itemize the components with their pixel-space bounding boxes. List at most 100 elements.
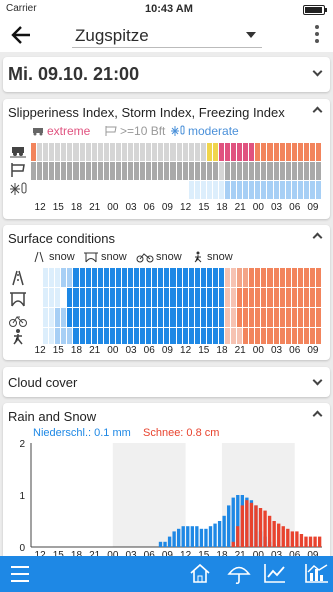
snow-bar — [313, 536, 317, 547]
bottom-navigation — [0, 556, 333, 592]
rain-bar — [186, 526, 190, 547]
heat-cell — [297, 328, 303, 344]
chevron-up-icon[interactable] — [312, 410, 323, 421]
heat-cell — [231, 143, 237, 161]
heat-cell — [285, 288, 291, 307]
legend-rain: Niederschl.: 0.1 mm — [33, 427, 131, 439]
tick-label: 21 — [89, 202, 101, 213]
bridge-row — [31, 288, 322, 307]
snow-bar — [308, 536, 313, 547]
heat-cell — [315, 328, 321, 344]
heat-cell — [255, 308, 261, 327]
heat-cell — [200, 268, 206, 287]
heat-cell — [176, 268, 182, 287]
heat-cell — [279, 308, 285, 327]
snow-bar — [249, 502, 254, 547]
heat-cell — [134, 143, 140, 161]
heat-cell — [267, 181, 273, 199]
heat-cell — [146, 308, 152, 327]
heat-cell — [37, 143, 43, 161]
heat-cell — [43, 181, 49, 199]
bar-chart-icon[interactable] — [305, 563, 329, 583]
heat-cell — [79, 328, 85, 344]
heat-cell — [273, 162, 279, 180]
heat-cell — [103, 308, 109, 327]
tick-label: 06 — [143, 202, 155, 213]
heat-cell — [255, 328, 261, 344]
snow-bar — [317, 536, 322, 547]
indices-time-axis: 12 15 18 21 00 03 06 09 12 15 18 21 00 03 06 09 — [31, 202, 322, 216]
tick-label: 21 — [89, 345, 101, 356]
heat-cell — [115, 308, 121, 327]
heat-cell — [128, 288, 134, 307]
trend-chart-icon[interactable] — [264, 563, 286, 583]
indices-title: Slipperiness Index, Storm Index, Freezin… — [8, 105, 285, 120]
heat-cell — [315, 268, 321, 287]
heat-cell — [43, 268, 49, 287]
road-icon — [9, 270, 27, 291]
heat-cell — [176, 328, 182, 344]
heat-cell — [194, 308, 200, 327]
legend-bridge: snow — [83, 251, 127, 263]
heat-cell — [291, 268, 297, 287]
heat-cell — [297, 143, 303, 161]
heat-cell — [285, 308, 291, 327]
heat-cell — [273, 143, 279, 161]
date-card[interactable]: Mi. 09.10. 21:00 — [3, 57, 330, 92]
heat-cell — [170, 328, 176, 344]
heat-cell — [291, 288, 297, 307]
heat-cell — [291, 143, 297, 161]
tick-label: 18 — [216, 202, 228, 213]
heat-cell — [194, 162, 200, 180]
heat-cell — [249, 288, 255, 307]
umbrella-icon[interactable] — [227, 563, 251, 585]
heat-cell — [291, 181, 297, 199]
heat-cell — [182, 181, 188, 199]
snow-bar — [267, 515, 272, 547]
heat-cell — [297, 162, 303, 180]
heat-cell — [79, 181, 85, 199]
heat-cell — [303, 268, 309, 287]
heat-cell — [134, 288, 140, 307]
cloud-card[interactable]: Cloud cover — [3, 367, 330, 397]
heat-cell — [267, 328, 273, 344]
menu-dots-icon[interactable] — [315, 25, 319, 45]
bicycle-icon — [136, 253, 154, 263]
heat-cell — [37, 328, 43, 344]
home-icon[interactable] — [189, 563, 211, 583]
heat-cell — [49, 288, 55, 307]
heat-cell — [188, 268, 194, 287]
location-dropdown[interactable]: Zugspitze — [72, 22, 262, 48]
heat-cell — [315, 143, 321, 161]
heat-cell — [309, 268, 315, 287]
heat-cell — [97, 143, 103, 161]
tick-label: 00 — [252, 202, 264, 213]
status-bar: Carrier 10:43 AM — [0, 0, 333, 20]
heat-cell — [249, 328, 255, 344]
tick-label: 12 — [180, 345, 192, 356]
chevron-up-icon[interactable] — [312, 106, 323, 117]
heat-cell — [67, 181, 73, 199]
chevron-up-icon[interactable] — [312, 232, 323, 243]
snow-bar — [258, 508, 263, 547]
heat-cell — [243, 181, 249, 199]
battery-icon — [303, 5, 327, 15]
heat-cell — [309, 143, 315, 161]
tick-label: 15 — [198, 202, 210, 213]
heat-cell — [152, 162, 158, 180]
heat-cell — [146, 328, 152, 344]
heat-cell — [103, 328, 109, 344]
hamburger-menu-icon[interactable] — [10, 565, 30, 583]
back-arrow-icon[interactable] — [10, 23, 32, 53]
heat-cell — [315, 288, 321, 307]
heat-cell — [164, 162, 170, 180]
heat-cell — [49, 328, 55, 344]
legend-extreme: extreme — [31, 124, 90, 138]
heat-cell — [309, 181, 315, 199]
heat-cell — [188, 143, 194, 161]
heat-cell — [140, 308, 146, 327]
heat-cell — [255, 181, 261, 199]
heat-cell — [243, 162, 249, 180]
tick-label: 12 — [34, 202, 46, 213]
legend-walk-label: snow — [207, 251, 233, 263]
